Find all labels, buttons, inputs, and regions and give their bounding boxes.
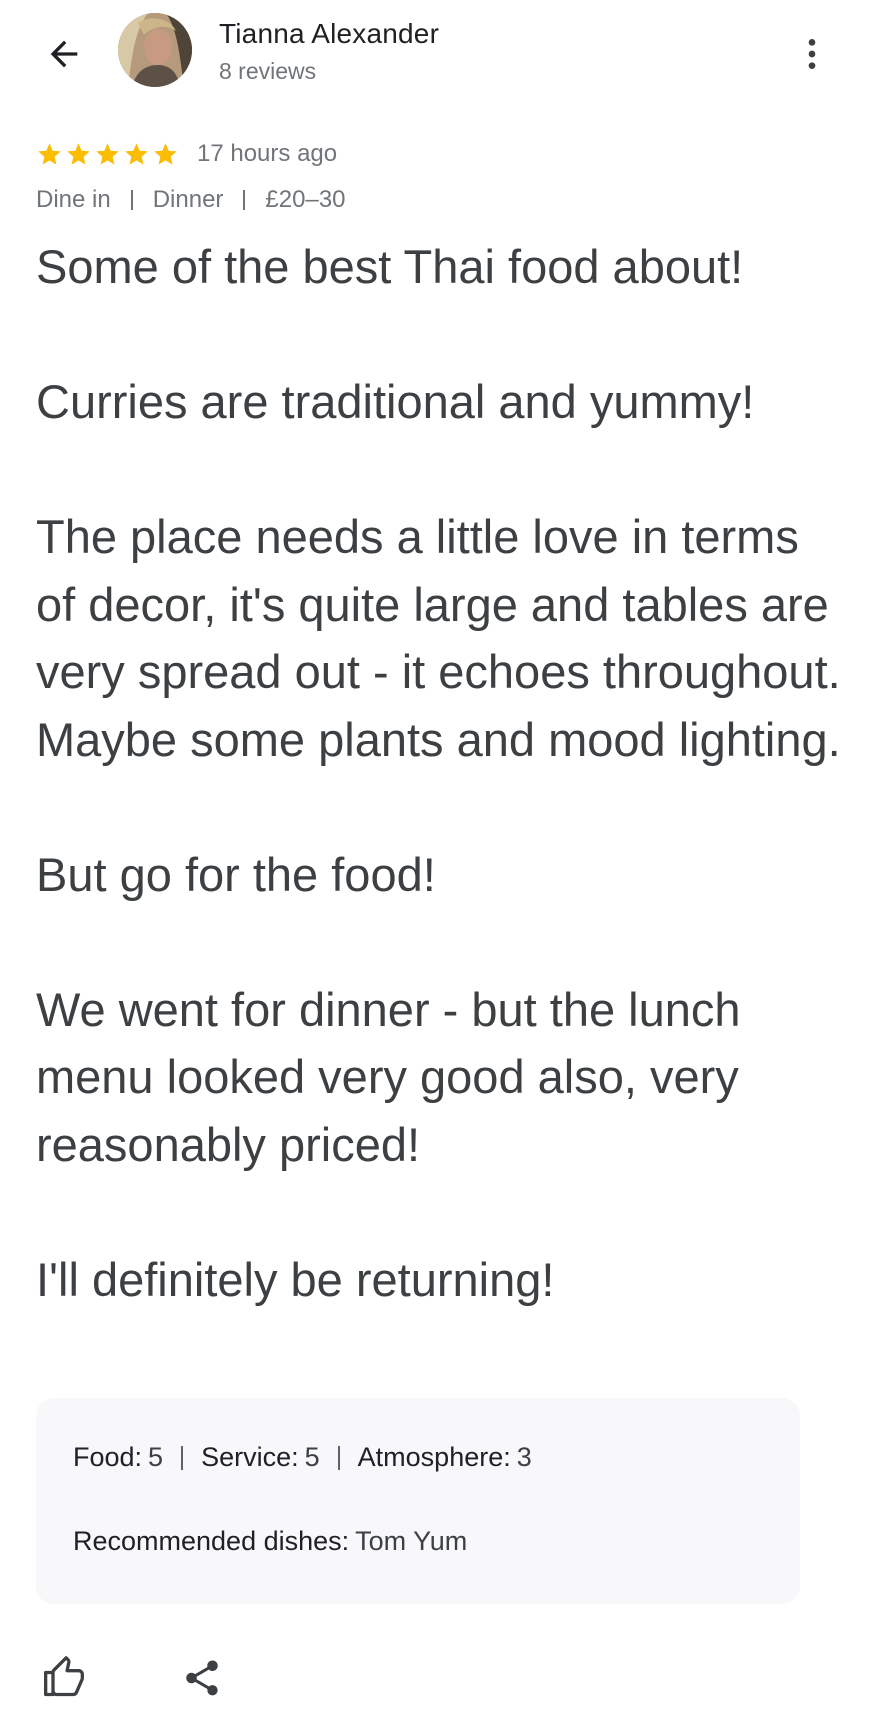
- review-header: Tianna Alexander 8 reviews: [0, 0, 874, 110]
- sub-ratings-line: Food: 5 Service: 5 Atmosphere: 3: [73, 1442, 532, 1473]
- review-paragraph: The place needs a little love in terms o…: [36, 510, 841, 766]
- service-rating-value: 5: [304, 1442, 320, 1472]
- star-icon: [154, 142, 177, 165]
- review-body: Some of the best Thai food about! Currie…: [36, 233, 846, 1313]
- atmosphere-rating-value: 3: [516, 1442, 532, 1472]
- more-vertical-icon: [808, 39, 816, 69]
- rating-row: 17 hours ago: [36, 137, 337, 171]
- meta-divider: [130, 190, 133, 210]
- meta-service-type: Dine in: [36, 186, 111, 213]
- thumbs-up-icon: [44, 1656, 84, 1697]
- review-paragraph: We went for dinner - but the lunch menu …: [36, 982, 741, 1171]
- back-button[interactable]: [36, 26, 92, 82]
- service-rating-label: Service:: [201, 1442, 299, 1472]
- star-rating: [36, 141, 179, 168]
- rating-divider: [337, 1445, 340, 1470]
- reviewer-review-count: 8 reviews: [219, 58, 317, 84]
- avatar[interactable]: [118, 13, 192, 87]
- share-button[interactable]: [174, 1650, 230, 1706]
- more-options-button[interactable]: [784, 26, 840, 82]
- food-rating-label: Food:: [73, 1442, 143, 1472]
- review-paragraph: Some of the best Thai food about!: [36, 240, 744, 293]
- meta-price-range: £20–30: [265, 186, 346, 213]
- star-icon: [96, 142, 119, 165]
- review-paragraph: I'll definitely be returning!: [36, 1252, 555, 1306]
- share-icon: [186, 1660, 218, 1696]
- star-icon: [125, 142, 148, 165]
- review-paragraph: Curries are traditional and yummy!: [36, 375, 755, 428]
- atmosphere-rating-label: Atmosphere:: [357, 1442, 511, 1472]
- like-button[interactable]: [36, 1650, 92, 1706]
- recommended-dishes-label: Recommended dishes:: [73, 1526, 350, 1556]
- star-icon: [38, 142, 61, 165]
- visit-meta: Dine in Dinner £20–30: [36, 186, 346, 214]
- food-rating-value: 5: [148, 1442, 164, 1472]
- review-timestamp: 17 hours ago: [197, 140, 338, 167]
- recommended-dishes-value: Tom Yum: [355, 1526, 468, 1556]
- review-paragraph: But go for the food!: [36, 847, 436, 901]
- meta-meal-type: Dinner: [152, 186, 224, 213]
- avatar-photo: [118, 13, 192, 87]
- recommended-dishes: Recommended dishes: Tom Yum: [73, 1526, 467, 1557]
- meta-divider: [243, 190, 246, 210]
- rating-divider: [181, 1445, 184, 1470]
- reviewer-name[interactable]: Tianna Alexander: [219, 18, 439, 50]
- arrow-left-icon: [50, 40, 78, 68]
- review-actions: [36, 1650, 230, 1706]
- sub-ratings-card: Food: 5 Service: 5 Atmosphere: 3 Recomme…: [36, 1398, 800, 1604]
- star-icon: [67, 142, 90, 165]
